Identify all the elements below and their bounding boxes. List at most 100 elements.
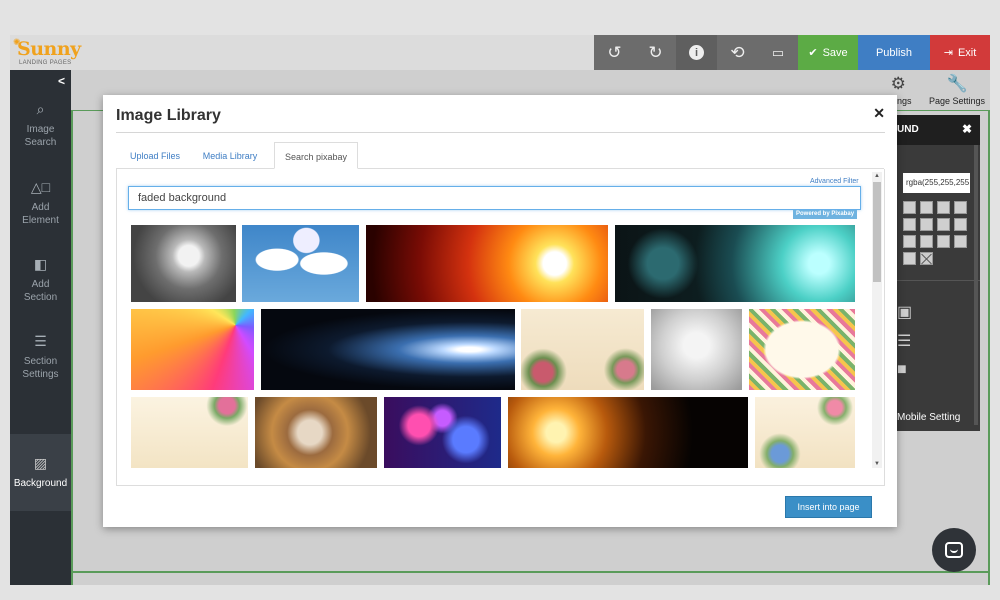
- device-preview-icon: ▭: [771, 44, 785, 60]
- wrench-icon: 🔧: [946, 74, 968, 93]
- modal-title: Image Library: [116, 107, 221, 124]
- scroll-up-icon[interactable]: ▲: [874, 173, 880, 179]
- tab-media-library[interactable]: Media Library: [196, 142, 264, 169]
- image-thumbnail-world-map[interactable]: [242, 225, 359, 302]
- sidebar-item-label: Section: [23, 292, 58, 304]
- sidebar-item-label: Add: [31, 201, 50, 213]
- brand-tagline: LANDING PAGES: [19, 60, 72, 66]
- save-label: Save: [822, 46, 848, 59]
- image-thumbnail-wooden-hearts[interactable]: [255, 397, 377, 468]
- sidebar-item-label: Settings: [22, 369, 59, 381]
- sliders-icon: ☰: [34, 333, 47, 350]
- pattern-swatch[interactable]: [937, 201, 950, 214]
- image-icon[interactable]: ▣: [897, 302, 912, 322]
- pattern-swatch[interactable]: [937, 235, 950, 248]
- divider: [897, 280, 980, 281]
- save-button[interactable]: ✔ Save: [798, 35, 858, 70]
- pattern-swatch[interactable]: [903, 201, 916, 214]
- image-thumbnail-teal-flare[interactable]: [615, 225, 855, 302]
- image-thumbnail-watercolor-flowers[interactable]: [755, 397, 855, 468]
- pattern-swatch[interactable]: [954, 218, 967, 231]
- sidebar-item-label: Add: [31, 278, 50, 290]
- no-pattern-swatch[interactable]: [920, 252, 933, 265]
- pattern-swatch[interactable]: [937, 218, 950, 231]
- close-icon[interactable]: ✖: [962, 122, 972, 136]
- left-sidebar: < ⌕ Image Search △□ Add Element ◧ Add Se…: [10, 70, 71, 585]
- advanced-filter-link[interactable]: Advanced Filter: [810, 178, 859, 185]
- image-library-modal: Image Library ✕ Upload Files Media Libra…: [103, 95, 897, 527]
- pattern-swatch[interactable]: [920, 235, 933, 248]
- sidebar-item-section-settings[interactable]: ☰ Section Settings: [10, 325, 71, 389]
- pattern-swatch[interactable]: [920, 218, 933, 231]
- scrollbar-thumb[interactable]: [873, 182, 881, 282]
- search-pixabay-pane: Advanced Filter Powered by Pixabay ▲: [116, 169, 885, 486]
- image-thumbnail-grey-texture[interactable]: [651, 309, 742, 390]
- search-icon: ⌕: [36, 101, 45, 118]
- info-button[interactable]: i: [676, 35, 717, 70]
- section-outline: [71, 110, 73, 585]
- panel-scrollbar[interactable]: [974, 145, 978, 425]
- sidebar-item-add-section[interactable]: ◧ Add Section: [10, 248, 71, 312]
- chat-launcher[interactable]: [932, 528, 976, 572]
- pattern-swatch[interactable]: [903, 218, 916, 231]
- layers-icon[interactable]: ☰: [897, 331, 911, 351]
- tab-upload-files[interactable]: Upload Files: [122, 142, 188, 169]
- scroll-down-icon[interactable]: ▼: [874, 461, 880, 467]
- pattern-swatch[interactable]: [954, 235, 967, 248]
- search-input[interactable]: [128, 186, 861, 210]
- color-value-field[interactable]: rgba(255,255,255: [903, 173, 970, 193]
- section-outline: [988, 110, 990, 585]
- pattern-grid: [903, 201, 973, 265]
- device-preview-button[interactable]: ▭: [758, 35, 798, 70]
- image-thumbnail-floral-paper[interactable]: [131, 397, 248, 468]
- image-thumbnail-bokeh[interactable]: [384, 397, 501, 468]
- sidebar-item-background[interactable]: ▨ Background: [10, 434, 71, 511]
- video-icon[interactable]: ■: [897, 361, 907, 379]
- top-bar: ✺ Sunny LANDING PAGES ↺ ↻ i ⟲ ▭ ✔ Save P…: [10, 35, 990, 70]
- close-icon[interactable]: ✕: [873, 105, 885, 122]
- publish-label: Publish: [875, 46, 913, 59]
- sidebar-item-label: Section: [23, 355, 58, 367]
- image-thumbnail-orange-sun[interactable]: [508, 397, 748, 468]
- results-scrollbar[interactable]: ▲ ▼: [872, 172, 882, 468]
- sidebar-item-add-element[interactable]: △□ Add Element: [10, 171, 71, 235]
- divider: [116, 132, 885, 133]
- brand-name: Sunny: [17, 38, 81, 60]
- pattern-swatch[interactable]: [920, 201, 933, 214]
- gear-icon: ⚙: [890, 74, 906, 93]
- image-thumbnail-dandelion[interactable]: [131, 225, 236, 302]
- collapse-chevron-icon[interactable]: <: [58, 74, 65, 88]
- modal-tabs: Upload Files Media Library Search pixaba…: [116, 142, 884, 169]
- exit-icon: ⇥: [943, 47, 953, 59]
- background-panel: UND ✖ rgba(255,255,255 ▣ ☰ ■ Mobile Sett…: [897, 115, 980, 431]
- mobile-setting-label[interactable]: Mobile Setting: [897, 412, 960, 423]
- sidebar-item-image-search[interactable]: ⌕ Image Search: [10, 93, 71, 157]
- brand-logo[interactable]: ✺ Sunny LANDING PAGES: [13, 37, 81, 69]
- undo-button[interactable]: ↺: [594, 35, 635, 70]
- exit-button[interactable]: ⇥ Exit: [930, 35, 990, 70]
- panel-header: UND ✖: [897, 115, 980, 145]
- image-thumbnail-blue-flare[interactable]: [261, 309, 515, 390]
- save-icon: ✔: [808, 47, 818, 59]
- page-settings-link[interactable]: 🔧 Page Settings: [929, 74, 985, 106]
- sidebar-item-label: Image: [26, 123, 55, 135]
- pattern-swatch[interactable]: [954, 201, 967, 214]
- image-thumbnail-sun-flare[interactable]: [366, 225, 608, 302]
- section-outline: [71, 571, 990, 573]
- history-button[interactable]: ⟲: [717, 35, 758, 70]
- exit-label: Exit: [957, 46, 977, 59]
- pattern-swatch[interactable]: [903, 235, 916, 248]
- image-thumbnail-rainbow-rays[interactable]: [131, 309, 254, 390]
- publish-button[interactable]: Publish: [858, 35, 930, 70]
- history-icon: ⟲: [730, 42, 745, 62]
- image-results-grid: [131, 225, 861, 468]
- redo-button[interactable]: ↻: [635, 35, 676, 70]
- page-settings-label: Page Settings: [929, 96, 986, 106]
- section-icon: ◧: [33, 256, 48, 273]
- image-thumbnail-floral-frame[interactable]: [749, 309, 855, 390]
- insert-into-page-button[interactable]: Insert into page: [785, 496, 872, 518]
- sidebar-item-label: Search: [24, 137, 57, 149]
- pattern-swatch[interactable]: [903, 252, 916, 265]
- image-thumbnail-vintage-flowers[interactable]: [521, 309, 644, 390]
- tab-search-pixabay[interactable]: Search pixabay: [274, 142, 358, 169]
